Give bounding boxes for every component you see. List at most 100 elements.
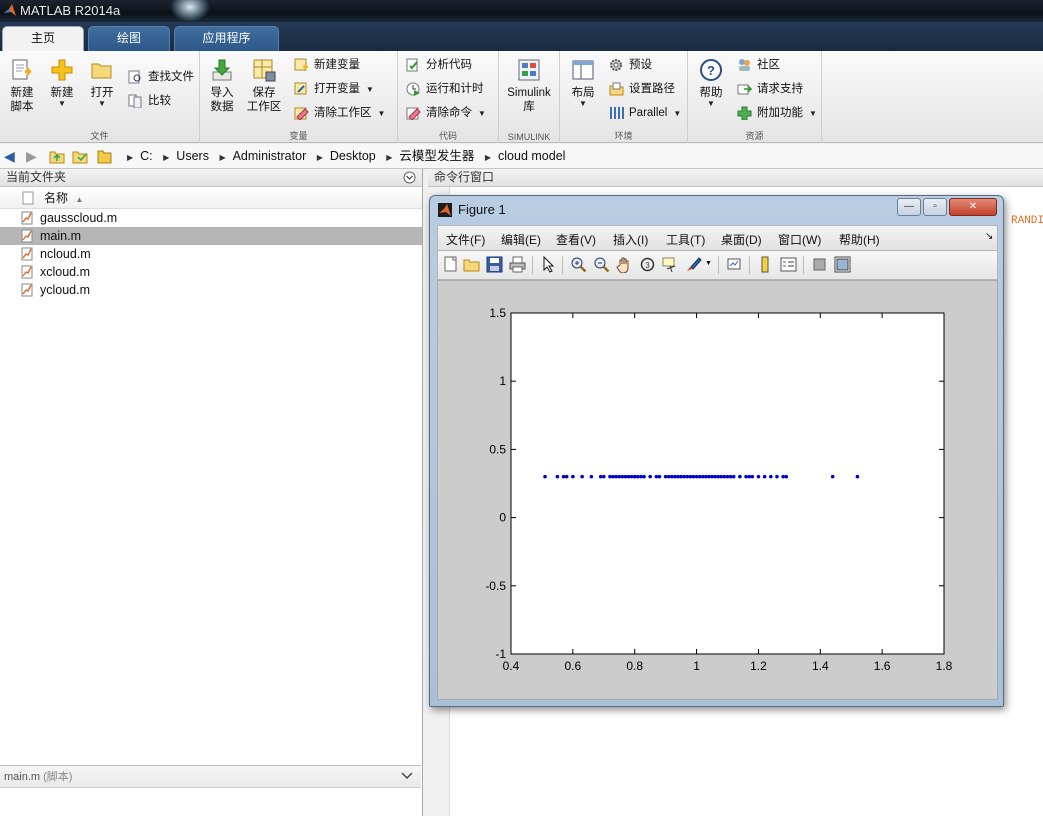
menu-edit[interactable]: 编辑(E) [501, 231, 541, 248]
breadcrumb-item[interactable]: Administrator [233, 149, 307, 163]
pan-hand-icon[interactable] [616, 256, 633, 273]
simulink-library-button[interactable]: Simulink 库 [505, 55, 553, 114]
figure-menubar: 文件(F) 编辑(E) 查看(V) 插入(I) 工具(T) 桌面(D) 窗口(W… [437, 225, 998, 251]
breadcrumb-separator-icon: ▶ [484, 153, 492, 162]
clear-commands-button[interactable]: 清除命令 ▼ [406, 103, 486, 123]
breadcrumb-separator-icon: ▶ [219, 153, 226, 162]
brush-icon[interactable] [685, 256, 702, 273]
menu-insert[interactable]: 插入(I) [613, 231, 648, 248]
toolbar-separator [562, 256, 563, 274]
menu-help[interactable]: 帮助(H) [839, 231, 880, 248]
breadcrumb-item[interactable]: C: [140, 149, 153, 163]
close-button[interactable]: ✕ [949, 198, 997, 216]
pointer-icon[interactable] [540, 256, 557, 273]
open-variable-label: 打开变量 [314, 83, 360, 95]
print-icon[interactable] [509, 256, 526, 273]
file-row[interactable]: ycloud.m [0, 281, 422, 299]
chevron-down-icon: ▼ [58, 99, 66, 108]
set-path-button[interactable]: 设置路径 [609, 79, 675, 99]
panel-menu-icon[interactable] [403, 171, 416, 184]
y-tick-label: 0 [499, 511, 506, 525]
new-figure-icon[interactable] [442, 256, 459, 273]
chevron-down-icon[interactable]: ▼ [705, 260, 712, 267]
save-icon[interactable] [486, 256, 503, 273]
insert-colorbar-icon[interactable] [757, 256, 774, 273]
compare-label: 比较 [148, 95, 171, 107]
analyze-code-button[interactable]: 分析代码 [406, 55, 472, 75]
x-tick-label: 1.2 [750, 659, 767, 673]
matlab-logo-icon [4, 4, 16, 16]
details-header[interactable]: main.m (脚本) [0, 766, 421, 788]
chevron-down-icon: ▼ [579, 99, 587, 108]
file-row[interactable]: xcloud.m [0, 263, 422, 281]
menu-file[interactable]: 文件(F) [446, 231, 485, 248]
x-tick-label: 0.8 [626, 659, 643, 673]
forward-arrow-icon[interactable]: ▶ [26, 148, 37, 165]
minimize-button[interactable]: — [897, 198, 921, 216]
new-variable-button[interactable]: 新建变量 [294, 55, 360, 75]
maximize-button[interactable]: ▫ [923, 198, 947, 216]
data-point [642, 474, 646, 479]
menu-desktop[interactable]: 桌面(D) [721, 231, 762, 248]
tab-apps[interactable]: 应用程序 [174, 26, 279, 51]
show-plot-tools-icon[interactable] [834, 256, 851, 273]
preferences-label: 预设 [629, 59, 652, 71]
menu-view[interactable]: 查看(V) [556, 231, 596, 248]
layout-button[interactable]: 布局 ▼ [564, 55, 602, 108]
request-support-button[interactable]: 请求支持 [737, 79, 803, 99]
open-button[interactable]: 打开 ▼ [83, 55, 121, 108]
dock-arrow-icon[interactable]: ↘ [985, 231, 993, 242]
chevron-down-icon[interactable] [401, 772, 413, 781]
group-resources: ? 帮助 ▼ 社区 请求支持 附加功能 ▼ 资源 [688, 51, 822, 143]
details-panel: main.m (脚本) [0, 765, 421, 816]
breadcrumb-item[interactable]: cloud model [498, 149, 565, 163]
open-file-icon[interactable] [463, 256, 480, 273]
file-row[interactable]: gausscloud.m [0, 209, 422, 227]
menu-tools[interactable]: 工具(T) [666, 231, 705, 248]
hide-plot-tools-icon[interactable] [811, 256, 828, 273]
name-column-header[interactable]: 名称 ▲ [0, 187, 422, 209]
menu-window[interactable]: 窗口(W) [778, 231, 821, 248]
data-cursor-icon[interactable] [662, 256, 679, 273]
rotate-3d-icon[interactable]: 3 [639, 256, 656, 273]
data-point [571, 474, 575, 479]
add-ons-button[interactable]: 附加功能 ▼ [737, 103, 817, 123]
breadcrumb-item[interactable]: Users [176, 149, 209, 163]
find-files-label: 查找文件 [148, 71, 194, 83]
save-workspace-button[interactable]: 保存 工作区 [245, 55, 283, 114]
compare-button[interactable]: 比较 [128, 91, 171, 111]
zoom-out-icon[interactable] [593, 256, 610, 273]
link-plot-icon[interactable] [726, 256, 743, 273]
data-point [543, 474, 547, 479]
run-and-time-button[interactable]: 运行和计时 [406, 79, 484, 99]
browse-folder-icon[interactable] [72, 149, 88, 164]
clear-workspace-button[interactable]: 清除工作区 ▼ [294, 103, 385, 123]
back-arrow-icon[interactable]: ◀ [4, 148, 15, 165]
open-variable-button[interactable]: 打开变量 ▼ [294, 79, 374, 99]
new-script-button[interactable]: 新建 脚本 [3, 55, 41, 114]
new-button[interactable]: 新建 ▼ [43, 55, 81, 108]
group-environment: 布局 ▼ 预设 设置路径 Parallel ▼ 环境 [560, 51, 688, 143]
breadcrumb-item[interactable]: Desktop [330, 149, 376, 163]
chevron-down-icon: ▼ [377, 109, 386, 118]
layout-label: 布局 [571, 87, 595, 99]
chevron-down-icon: ▼ [809, 109, 817, 118]
file-row[interactable]: main.m [0, 227, 422, 245]
find-files-button[interactable]: 查找文件 [128, 67, 194, 87]
open-label: 打开 [90, 87, 114, 99]
preferences-button[interactable]: 预设 [609, 55, 652, 75]
breadcrumb-item[interactable]: 云模型发生器 [399, 149, 474, 163]
parallel-button[interactable]: Parallel ▼ [609, 103, 681, 123]
insert-legend-icon[interactable] [780, 256, 797, 273]
community-button[interactable]: 社区 [737, 55, 780, 75]
import-data-button[interactable]: 导入 数据 [203, 55, 241, 114]
help-button[interactable]: ? 帮助 ▼ [692, 55, 730, 108]
tab-plots[interactable]: 绘图 [88, 26, 170, 51]
data-point [636, 474, 640, 479]
tab-home[interactable]: 主页 [2, 26, 84, 51]
zoom-in-icon[interactable] [570, 256, 587, 273]
add-ons-label: 附加功能 [757, 107, 803, 119]
data-point [719, 474, 724, 479]
up-folder-icon[interactable] [49, 149, 65, 164]
file-row[interactable]: ncloud.m [0, 245, 422, 263]
